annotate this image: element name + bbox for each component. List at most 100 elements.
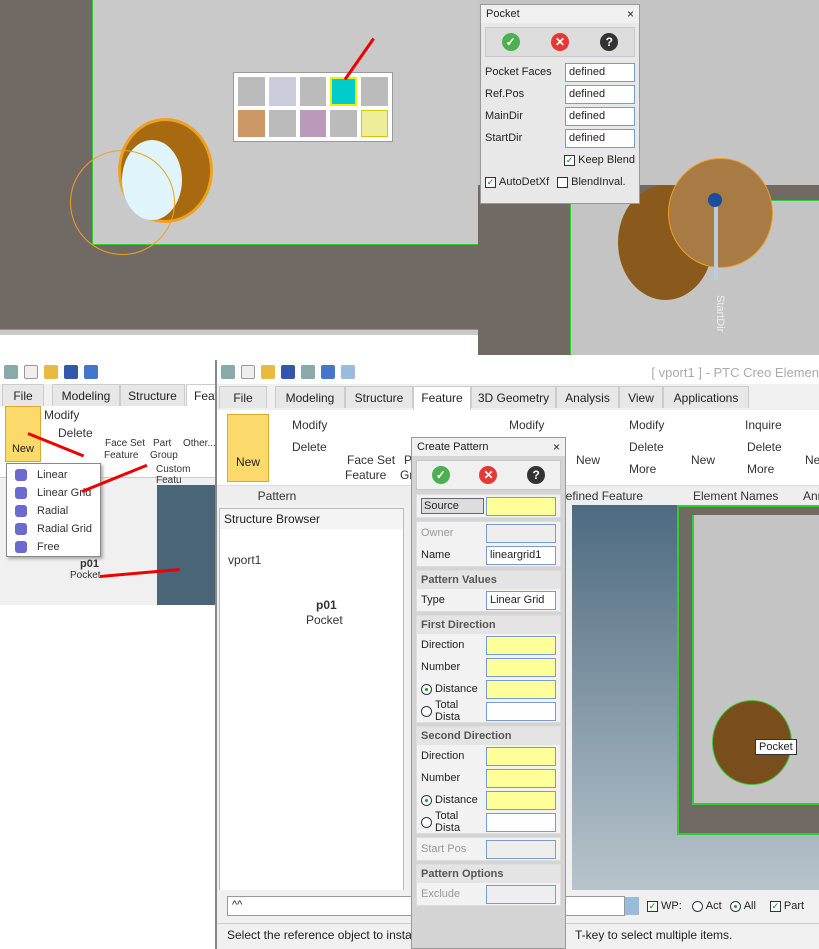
undo-icon[interactable]	[84, 365, 98, 379]
face-set-button[interactable]: Face Set	[105, 438, 145, 449]
modify-button[interactable]: Modify	[292, 418, 327, 432]
dropdown-icon[interactable]	[625, 897, 639, 915]
udf-delete-button[interactable]: Delete	[629, 440, 664, 454]
tab-modeling[interactable]: Modeling	[275, 386, 345, 408]
new-file-icon[interactable]	[241, 365, 255, 379]
help-icon[interactable]: ?	[527, 466, 546, 484]
save-icon[interactable]	[64, 365, 78, 379]
cancel-icon[interactable]: ✕	[550, 33, 569, 51]
tool-icon[interactable]	[238, 77, 265, 106]
first-direction-field[interactable]	[486, 635, 556, 655]
keep-blend-checkbox[interactable]: ✓	[564, 154, 576, 166]
tab-analysis[interactable]: Analysis	[556, 386, 619, 408]
names-delete-button[interactable]: Delete	[747, 440, 782, 454]
redo-icon[interactable]	[341, 365, 355, 379]
modify-button[interactable]: Modify	[44, 408, 79, 422]
ok-icon[interactable]: ✓	[431, 466, 450, 484]
cancel-icon[interactable]: ✕	[479, 466, 498, 484]
tab-structure[interactable]: Structure	[120, 384, 185, 406]
print-preview-icon[interactable]	[301, 365, 315, 379]
type-select[interactable]: Linear Grid	[486, 590, 556, 610]
close-icon[interactable]: ×	[553, 438, 560, 456]
tab-structure[interactable]: Structure	[345, 386, 413, 408]
tab-feature[interactable]: Feature	[413, 386, 471, 410]
viewport-top-left[interactable]	[0, 0, 485, 335]
tool-icon[interactable]	[299, 77, 327, 106]
tab-view[interactable]: View	[619, 386, 663, 408]
menu-item-radial[interactable]: Radial	[7, 502, 100, 520]
tab-modeling[interactable]: Modeling	[52, 384, 120, 406]
menu-item-radial-grid[interactable]: Radial Grid	[7, 520, 100, 538]
help-icon[interactable]: ?	[600, 33, 619, 51]
part-checkbox[interactable]: ✓	[769, 900, 781, 912]
new-pattern-button[interactable]: New	[227, 414, 269, 482]
names-new-button[interactable]: New	[691, 453, 715, 467]
menu-item-linear[interactable]: Linear	[7, 466, 100, 484]
face-set-button[interactable]: Face Set	[347, 453, 395, 467]
first-distance-field[interactable]	[486, 679, 556, 699]
udf-new-button[interactable]: New	[576, 453, 600, 467]
tab-3d-geometry[interactable]: 3D Geometry	[471, 386, 556, 408]
delete-button[interactable]: Delete	[58, 426, 93, 440]
part-group-button[interactable]: Part	[153, 438, 171, 449]
tree-root[interactable]: vport1	[228, 553, 261, 567]
open-icon[interactable]	[261, 365, 275, 379]
new-file-icon[interactable]	[24, 365, 38, 379]
ok-icon[interactable]: ✓	[501, 33, 520, 51]
udf-modify-button[interactable]: Modify	[509, 418, 544, 432]
open-icon[interactable]	[44, 365, 58, 379]
blendinval-checkbox[interactable]	[557, 176, 569, 188]
undo-icon[interactable]	[321, 365, 335, 379]
udf-more-button[interactable]: More	[629, 462, 656, 476]
tree-part[interactable]: p01	[316, 598, 337, 612]
distance-radio[interactable]	[421, 794, 432, 806]
inquire-button[interactable]: Inquire	[745, 418, 782, 432]
tool-icon[interactable]	[361, 77, 388, 106]
tool-icon[interactable]	[299, 110, 327, 137]
total-distance-radio[interactable]	[421, 705, 432, 717]
app-icon[interactable]	[221, 365, 235, 379]
delete-button[interactable]: Delete	[292, 440, 327, 454]
second-direction-field[interactable]	[486, 746, 556, 766]
viewport-top-right[interactable]: StartDir Pocket × ✓ ✕? Pocket Faces defined…	[478, 0, 819, 355]
main-dir-field[interactable]: defined	[565, 106, 635, 126]
tree-pocket[interactable]: Pocket	[306, 613, 343, 627]
names-more-button[interactable]: More	[747, 462, 774, 476]
tool-icon[interactable]	[238, 110, 265, 137]
tab-applications[interactable]: Applications	[663, 386, 749, 408]
tab-file[interactable]: File	[2, 384, 44, 406]
feature-toolbar[interactable]	[233, 72, 393, 142]
total-distance-radio[interactable]	[421, 816, 432, 828]
close-icon[interactable]: ×	[627, 5, 634, 23]
pocket-faces-field[interactable]: defined	[565, 62, 635, 82]
udf-modify2-button[interactable]: Modify	[629, 418, 664, 432]
annotation-new-button[interactable]: Ne	[805, 453, 819, 467]
tab-feature[interactable]: Feat	[186, 384, 215, 408]
source-button[interactable]: Source	[421, 498, 484, 514]
direction-handle[interactable]	[708, 193, 722, 207]
all-radio[interactable]	[729, 900, 741, 912]
save-icon[interactable]	[281, 365, 295, 379]
first-number-field[interactable]	[486, 657, 556, 677]
tree-pocket[interactable]: Pocket	[70, 570, 101, 581]
tree-part[interactable]: p01	[80, 558, 99, 570]
tool-icon[interactable]	[361, 110, 388, 137]
menu-item-free[interactable]: Free	[7, 538, 100, 556]
source-field[interactable]	[486, 496, 556, 516]
second-distance-field[interactable]	[486, 790, 556, 810]
act-radio[interactable]	[691, 900, 703, 912]
first-total-field[interactable]	[486, 701, 556, 721]
start-dir-field[interactable]: defined	[565, 128, 635, 148]
second-number-field[interactable]	[486, 768, 556, 788]
name-field[interactable]: lineargrid1	[486, 545, 556, 565]
other-button[interactable]: Other...	[183, 438, 215, 449]
pocket-icon[interactable]	[330, 77, 358, 106]
direction-arrow[interactable]	[714, 200, 718, 280]
tab-file[interactable]: File	[219, 386, 267, 408]
wp-checkbox[interactable]: ✓	[647, 900, 658, 912]
autodetxf-checkbox[interactable]: ✓	[485, 176, 496, 188]
tool-icon[interactable]	[268, 110, 296, 137]
app-icon[interactable]	[4, 365, 18, 379]
ref-pos-field[interactable]: defined	[565, 84, 635, 104]
second-total-field[interactable]	[486, 812, 556, 832]
